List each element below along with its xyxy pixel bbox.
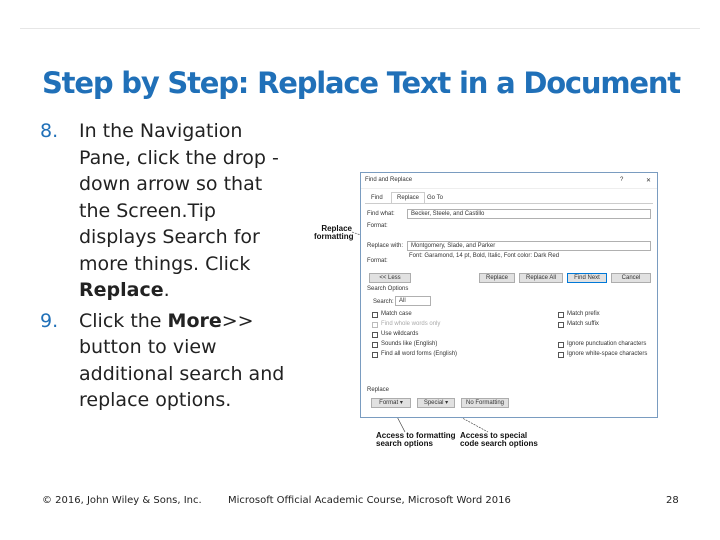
find-label: Find what: <box>367 211 395 217</box>
option-label: Match suffix <box>567 321 599 327</box>
callout-formatting: Access to formatting search options <box>376 431 456 448</box>
format-label: Format: <box>367 223 388 229</box>
dialog-title: Find and Replace <box>365 177 413 183</box>
find-replace-dialog: Find and Replace ? ✕ Find Replace Go To … <box>360 172 658 418</box>
find-next-button[interactable]: Find Next <box>567 273 607 283</box>
option-label: Match prefix <box>567 311 600 317</box>
replace-label: Replace with: <box>367 243 404 249</box>
find-input[interactable]: Becker, Steele, and Castillo <box>407 209 651 219</box>
replace-format: Font: Garamond, 14 pt, Bold, Italic, Fon… <box>409 253 560 259</box>
page-number: 28 <box>666 495 679 506</box>
option-label: Find whole words only <box>381 321 441 327</box>
tab-replace[interactable]: Replace <box>391 192 426 203</box>
callout-special: Access to special code search options <box>460 431 538 448</box>
option-label: Match case <box>381 311 412 317</box>
option-label: Find all word forms (English) <box>381 351 458 357</box>
option-label: Sounds like (English) <box>381 341 438 347</box>
footer-course: Microsoft Official Academic Course, Micr… <box>228 495 511 506</box>
special-button[interactable]: Special ▾ <box>417 398 455 408</box>
replace-input[interactable]: Montgomery, Slade, and Parker <box>407 241 651 251</box>
search-select[interactable]: All <box>395 296 431 306</box>
option-checkbox[interactable] <box>558 312 564 318</box>
option-checkbox[interactable] <box>372 322 378 328</box>
option-checkbox[interactable] <box>372 352 378 358</box>
help-button[interactable]: ? <box>620 177 623 183</box>
replace-button[interactable]: Replace <box>479 273 515 283</box>
search-label: Search: <box>373 299 394 305</box>
option-checkbox[interactable] <box>558 342 564 348</box>
option-checkbox[interactable] <box>372 342 378 348</box>
no-formatting-button[interactable]: No Formatting <box>461 398 509 408</box>
option-checkbox[interactable] <box>558 352 564 358</box>
option-checkbox[interactable] <box>372 332 378 338</box>
less-button[interactable]: << Less <box>369 273 411 283</box>
format-button[interactable]: Format ▾ <box>371 398 411 408</box>
option-label: Ignore punctuation characters <box>567 341 647 347</box>
option-label: Ignore white-space characters <box>567 351 648 357</box>
option-checkbox[interactable] <box>558 322 564 328</box>
option-label: Use wildcards <box>381 331 419 337</box>
option-checkbox[interactable] <box>372 312 378 318</box>
cancel-button[interactable]: Cancel <box>611 273 651 283</box>
tab-goto[interactable]: Go To <box>427 195 443 201</box>
tab-find[interactable]: Find <box>371 195 383 201</box>
replace-section-label: Replace <box>367 387 390 393</box>
format-label: Format: <box>367 258 388 264</box>
search-options-label: Search Options <box>367 286 409 292</box>
replace-all-button[interactable]: Replace All <box>519 273 563 283</box>
close-icon[interactable]: ✕ <box>646 177 651 184</box>
footer-copyright: © 2016, John Wiley & Sons, Inc. <box>42 495 202 506</box>
